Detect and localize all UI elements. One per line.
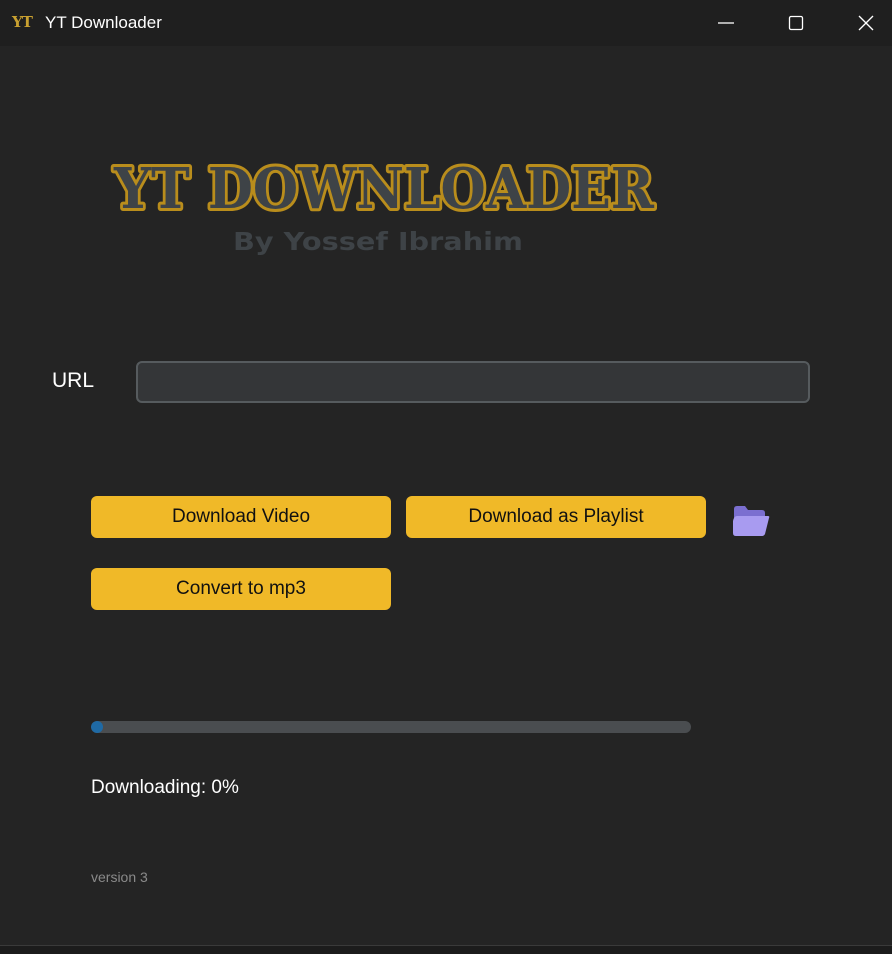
url-input[interactable] <box>136 361 810 403</box>
window-title: YT Downloader <box>45 13 162 32</box>
close-button[interactable] <box>843 0 889 46</box>
yt-logo-icon: YT <box>12 13 33 31</box>
convert-mp3-button[interactable]: Convert to mp3 <box>91 568 391 610</box>
close-icon <box>858 15 874 31</box>
app-window: YT YT Downloader YT DOWNLOADER By Yossef… <box>0 0 892 946</box>
maximize-icon <box>788 15 804 31</box>
download-status: Downloading: 0% <box>91 777 239 798</box>
minimize-button[interactable] <box>703 0 749 46</box>
minimize-icon <box>718 22 734 24</box>
logo-subtitle: By Yossef Ibrahim <box>233 227 523 256</box>
folder-icon <box>733 506 770 536</box>
progress-bar <box>91 721 691 733</box>
download-video-button[interactable]: Download Video <box>91 496 391 538</box>
version-label: version 3 <box>91 869 148 885</box>
logo-title: YT DOWNLOADER <box>113 156 654 222</box>
progress-fill <box>91 721 103 733</box>
app-logo: YT DOWNLOADER By Yossef Ibrahim <box>110 153 657 256</box>
folder-button[interactable] <box>731 503 771 539</box>
download-playlist-button[interactable]: Download as Playlist <box>406 496 706 538</box>
url-label: URL <box>52 369 95 392</box>
maximize-button[interactable] <box>773 0 819 46</box>
title-bar[interactable]: YT YT Downloader <box>0 0 892 46</box>
